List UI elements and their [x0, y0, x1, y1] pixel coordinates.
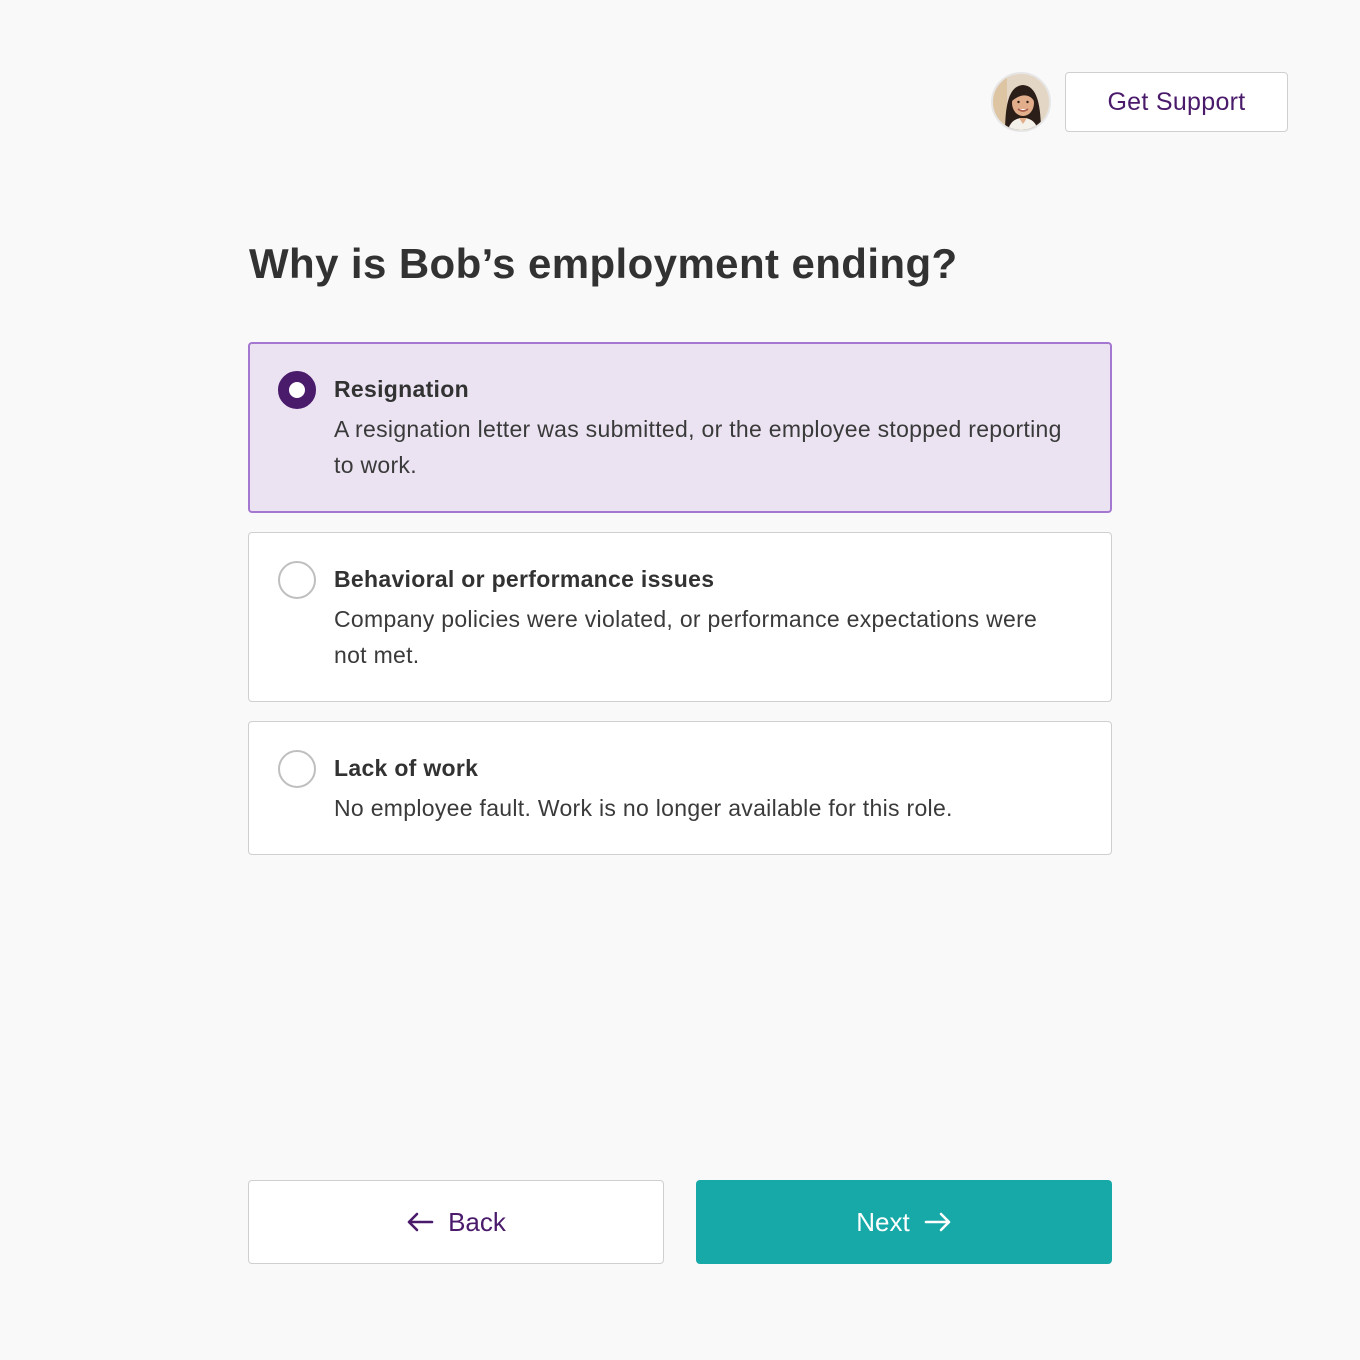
option-title: Behavioral or performance issues	[334, 566, 715, 592]
back-button[interactable]: Back	[248, 1180, 664, 1264]
next-button-label: Next	[856, 1206, 910, 1237]
next-button[interactable]: Next	[696, 1180, 1112, 1264]
page: Get Support Why is Bob’s employment endi…	[0, 0, 1360, 1360]
get-support-button[interactable]: Get Support	[1065, 72, 1288, 132]
arrow-right-icon	[924, 1212, 952, 1232]
option-description: No employee fault. Work is no longer ava…	[334, 795, 953, 821]
avatar[interactable]	[991, 72, 1051, 132]
back-button-label: Back	[448, 1206, 506, 1237]
page-title: Why is Bob’s employment ending?	[249, 240, 958, 287]
option-description: Company policies were violated, or perfo…	[334, 606, 1038, 668]
option-description: A resignation letter was submitted, or t…	[334, 416, 1062, 478]
option-behavioral-performance[interactable]: Behavioral or performance issues Company…	[248, 532, 1112, 702]
option-title: Resignation	[334, 376, 469, 402]
avatar-icon	[993, 74, 1049, 130]
option-title: Lack of work	[334, 755, 479, 781]
arrow-left-icon	[406, 1212, 434, 1232]
radio-empty-icon[interactable]	[278, 750, 316, 788]
radio-empty-icon[interactable]	[278, 561, 316, 599]
option-lack-of-work[interactable]: Lack of work No employee fault. Work is …	[248, 721, 1112, 855]
option-resignation[interactable]: Resignation A resignation letter was sub…	[248, 342, 1112, 513]
radio-selected-icon[interactable]	[278, 371, 316, 409]
